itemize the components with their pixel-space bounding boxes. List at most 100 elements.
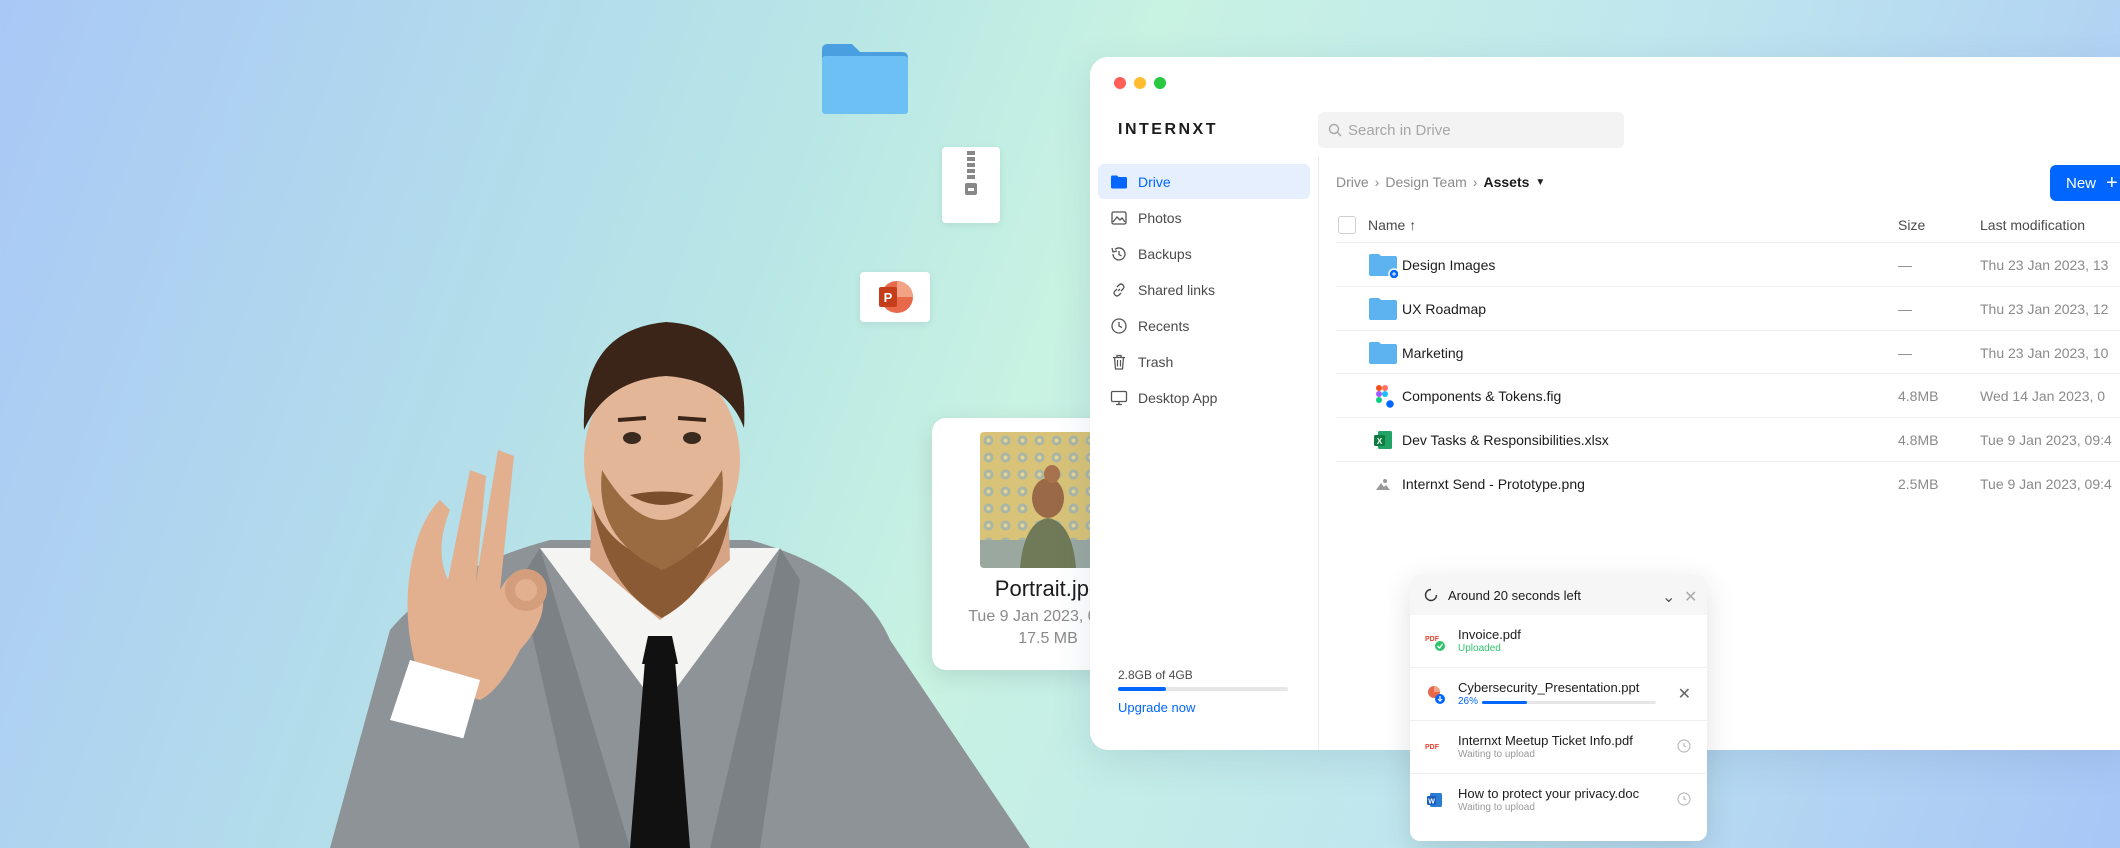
plus-icon: + <box>2106 172 2118 194</box>
sidebar-item-shared-links[interactable]: Shared links <box>1098 272 1310 307</box>
breadcrumb: Drive › Design Team › Assets ▼ <box>1336 174 1545 190</box>
file-modified: Thu 23 Jan 2023, 13 <box>1980 257 2109 273</box>
spinner-icon <box>1424 588 1438 602</box>
window-close-button[interactable] <box>1114 77 1126 89</box>
pending-clock-icon <box>1677 739 1691 753</box>
file-size: 4.8MB <box>1898 432 1939 449</box>
upload-item: PDF Invoice.pdf Uploaded <box>1410 615 1707 668</box>
svg-text:P: P <box>884 290 893 305</box>
ppt-icon <box>1424 682 1446 706</box>
file-modified: Tue 9 Jan 2023, 09:4 <box>1980 475 2112 492</box>
upload-file-name: Internxt Meetup Ticket Info.pdf <box>1458 733 1633 748</box>
upload-item: PDF Internxt Meetup Ticket Info.pdf Wait… <box>1410 721 1707 774</box>
breadcrumb-current[interactable]: Assets <box>1483 174 1529 190</box>
select-all-checkbox[interactable] <box>1338 216 1356 234</box>
word-icon: W <box>1424 788 1446 812</box>
table-row[interactable]: UX Roadmap — Thu 23 Jan 2023, 12 <box>1336 287 2120 331</box>
table-row[interactable]: Components & Tokens.fig 4.8MB Wed 14 Jan… <box>1336 374 2120 419</box>
new-button-label: New <box>2066 174 2097 192</box>
upload-panel-header: Around 20 seconds left ⌄ ✕ <box>1410 575 1707 615</box>
upload-status: Uploaded <box>1458 643 1501 654</box>
table-row[interactable]: Marketing — Thu 23 Jan 2023, 10 <box>1336 331 2120 375</box>
caret-down-icon[interactable]: ▼ <box>1535 177 1545 188</box>
sidebar-item-backups[interactable]: Backups <box>1098 236 1310 271</box>
upload-item: W How to protect your privacy.doc Waitin… <box>1410 774 1707 827</box>
table-row[interactable]: Internxt Send - Prototype.png 2.5MB Tue … <box>1336 462 2120 506</box>
sidebar-item-desktop-app[interactable]: Desktop App <box>1098 380 1310 415</box>
svg-text:W: W <box>1428 799 1435 806</box>
file-modified: Thu 23 Jan 2023, 10 <box>1980 344 2109 361</box>
upload-progress-percent: 26% <box>1458 696 1479 707</box>
upload-progress-panel: Around 20 seconds left ⌄ ✕ PDF Invoice.p… <box>1410 575 1707 841</box>
sidebar-item-recents[interactable]: Recents <box>1098 308 1310 343</box>
monitor-icon <box>1110 390 1128 405</box>
excel-file-icon: X <box>1368 427 1398 453</box>
breadcrumb-item[interactable]: Drive <box>1336 174 1369 190</box>
brand-logo: INTERNXT <box>1118 121 1218 138</box>
sidebar-item-label: Desktop App <box>1138 389 1218 406</box>
table-row[interactable]: Design Images — Thu 23 Jan 2023, 13 <box>1336 243 2120 287</box>
floating-zip-icon <box>942 147 1000 223</box>
file-size: 4.8MB <box>1898 388 1939 405</box>
chevron-right-icon: › <box>1374 174 1380 190</box>
folder-icon <box>1368 340 1398 366</box>
column-header-name[interactable]: Name ↑ <box>1368 217 1416 233</box>
file-size: — <box>1898 344 1912 361</box>
pending-clock-icon <box>1677 792 1691 806</box>
window-maximize-button[interactable] <box>1154 77 1166 89</box>
upload-time-remaining: Around 20 seconds left <box>1448 587 1581 603</box>
file-modified: Wed 14 Jan 2023, 0 <box>1980 388 2106 405</box>
sidebar-item-label: Recents <box>1138 317 1190 334</box>
pdf-icon: PDF <box>1424 735 1446 759</box>
folder-icon <box>1111 175 1127 188</box>
upgrade-link[interactable]: Upgrade now <box>1118 700 1195 715</box>
sidebar-item-drive[interactable]: Drive <box>1098 164 1310 199</box>
chevron-right-icon: › <box>1472 174 1478 190</box>
new-button[interactable]: New + <box>2050 165 2120 201</box>
sidebar-item-trash[interactable]: Trash <box>1098 344 1310 379</box>
file-size: — <box>1898 257 1912 273</box>
folder-icon <box>1368 296 1398 322</box>
trash-icon <box>1113 354 1125 370</box>
cancel-upload-icon[interactable]: ✕ <box>1678 684 1691 704</box>
sidebar-item-photos[interactable]: Photos <box>1098 200 1310 235</box>
column-header-modified[interactable]: Last modification <box>1980 217 2085 233</box>
floating-folder-icon <box>818 40 910 116</box>
file-name: UX Roadmap <box>1402 300 1487 317</box>
upload-file-name: Invoice.pdf <box>1458 627 1521 642</box>
history-icon <box>1111 246 1126 261</box>
upload-status: Waiting to upload <box>1458 749 1535 760</box>
svg-text:X: X <box>1377 437 1383 446</box>
sidebar-item-label: Drive <box>1138 173 1171 190</box>
sidebar-item-label: Backups <box>1138 245 1192 262</box>
clock-icon <box>1111 317 1127 334</box>
upload-status: Waiting to upload <box>1458 802 1535 813</box>
upload-item: Cybersecurity_Presentation.ppt 26% ✕ <box>1410 668 1707 721</box>
storage-usage-bar <box>1118 687 1288 691</box>
arrow-up-icon: ↑ <box>1409 217 1417 233</box>
file-size: 2.5MB <box>1898 475 1939 492</box>
file-name: Design Images <box>1402 257 1496 273</box>
upload-progress-bar <box>1482 701 1656 704</box>
svg-text:PDF: PDF <box>1425 744 1440 751</box>
search-input[interactable]: Search in Drive <box>1318 112 1624 148</box>
upload-file-name: Cybersecurity_Presentation.ppt <box>1458 680 1640 695</box>
breadcrumb-item[interactable]: Design Team <box>1385 174 1466 190</box>
pdf-icon: PDF <box>1424 629 1446 653</box>
floating-powerpoint-icon: P <box>860 272 930 322</box>
close-icon[interactable]: ✕ <box>1684 587 1697 607</box>
link-icon <box>1113 282 1125 297</box>
table-row[interactable]: X Dev Tasks & Responsibilities.xlsx 4.8M… <box>1336 418 2120 462</box>
column-header-size[interactable]: Size <box>1898 217 1925 233</box>
file-name: Dev Tasks & Responsibilities.xlsx <box>1402 432 1609 449</box>
file-name: Marketing <box>1402 344 1464 361</box>
file-size: — <box>1898 300 1912 317</box>
window-minimize-button[interactable] <box>1134 77 1146 89</box>
chevron-down-icon[interactable]: ⌄ <box>1662 587 1675 607</box>
sidebar-item-label: Shared links <box>1138 281 1216 298</box>
storage-usage-text: 2.8GB of 4GB <box>1118 668 1193 682</box>
search-placeholder: Search in Drive <box>1348 121 1451 139</box>
file-modified: Thu 23 Jan 2023, 12 <box>1980 300 2109 317</box>
file-name: Components & Tokens.fig <box>1402 388 1562 405</box>
image-file-icon <box>1368 471 1398 497</box>
